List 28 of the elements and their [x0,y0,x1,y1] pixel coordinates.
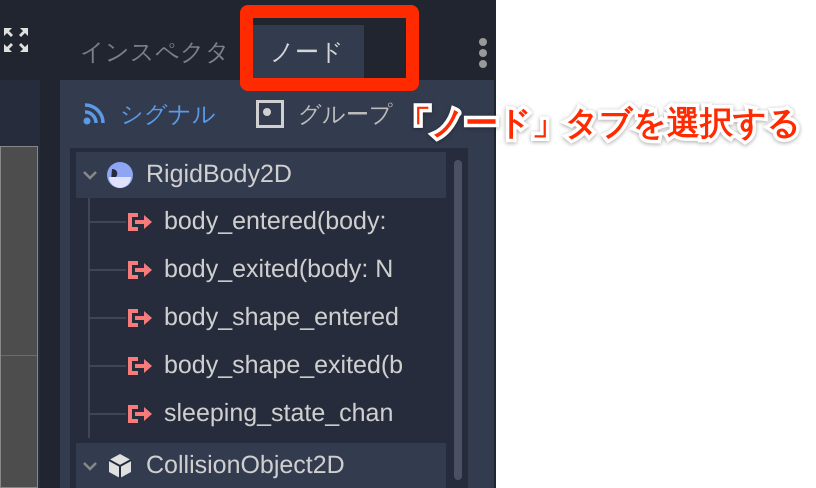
node-label: CollisionObject2D [146,450,345,482]
subtab-button[interactable]: グループ [256,96,393,132]
tree-header[interactable]: CollisionObject2D [76,443,446,488]
annotation-label: 「ノード」タブを選択する [398,106,801,139]
subtab-button[interactable]: シグナル [82,96,216,132]
scrollbar[interactable] [454,160,462,480]
signal-item[interactable]: sleeping_state_chan [164,395,394,433]
signal-item[interactable]: body_shape_exited(b [164,347,404,385]
signal-out-icon [126,307,154,329]
signal-icon [82,102,106,126]
signal-out-icon [126,259,154,281]
signal-item[interactable]: body_shape_entered [164,299,399,337]
cube-icon [106,452,134,480]
dock-tab[interactable]: ノード [250,25,364,80]
signal-item[interactable]: body_exited(body: N [164,251,394,289]
signal-item[interactable]: body_entered(body: [164,203,386,241]
tree-header[interactable]: RigidBody2D [76,152,446,198]
signal-out-icon [126,355,154,377]
dock-tab[interactable]: インスペクタ [60,25,250,80]
signal-out-icon [126,211,154,233]
globe-icon [106,161,134,189]
more-icon[interactable] [478,36,488,68]
expand-icon[interactable] [2,26,30,54]
signal-out-icon [126,403,154,425]
node-label: RigidBody2D [146,159,292,190]
group-icon [256,100,284,128]
chevron-icon[interactable] [82,460,98,472]
chevron-icon[interactable] [82,169,98,181]
